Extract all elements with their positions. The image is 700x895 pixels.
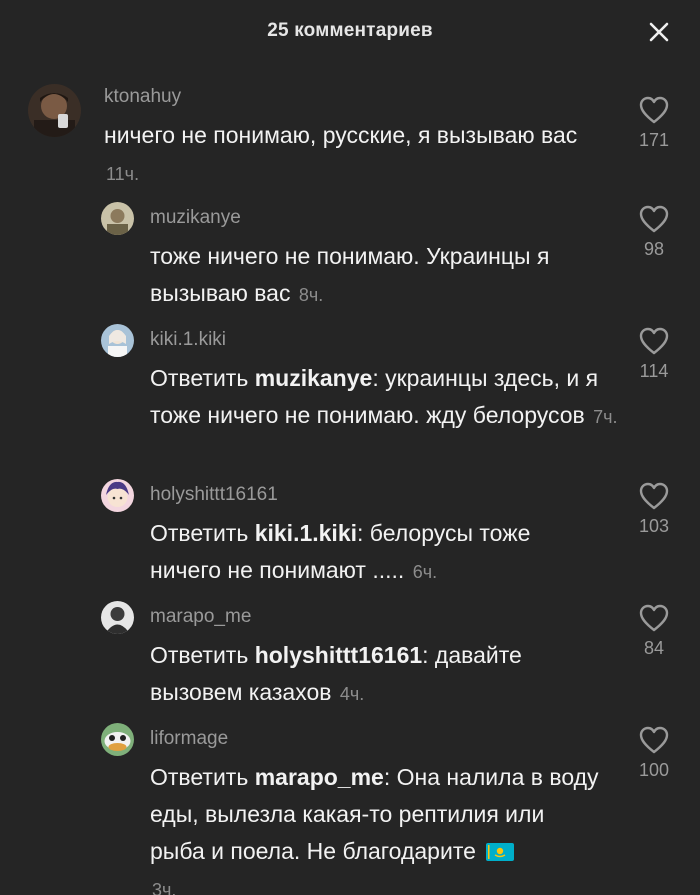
reply-prefix: Ответить — [150, 365, 249, 391]
comment-username[interactable]: liformage — [150, 728, 228, 750]
comment-text: Ответить holyshittt16161: давайте вызове… — [150, 637, 600, 713]
reply-prefix: Ответить — [150, 764, 249, 790]
like-count: 84 — [643, 638, 665, 658]
comment-time: 11ч. — [106, 164, 140, 184]
heart-outline-icon[interactable] — [639, 604, 669, 632]
avatar[interactable] — [101, 324, 134, 357]
comment-text: Ответить marapo_me: Она налила в воду ед… — [150, 759, 605, 895]
comment-body: тоже ничего не понимаю. Украинцы я вызыв… — [150, 243, 550, 306]
reply-target-username[interactable]: kiki.1.kiki — [255, 520, 357, 546]
comment-text: Ответить kiki.1.kiki: белорусы тоже ниче… — [150, 515, 600, 591]
heart-outline-icon[interactable] — [639, 482, 669, 510]
comments-count-title: 25 комментариев — [267, 20, 433, 41]
comment-text: ничего не понимаю, русские, я вызываю ва… — [104, 117, 604, 193]
comment-username[interactable]: marapo_me — [150, 606, 251, 628]
comment-text: Ответить muzikanye: украинцы здесь, и я … — [150, 360, 620, 436]
like-button[interactable]: 114 — [632, 327, 676, 382]
heart-outline-icon[interactable] — [639, 726, 669, 754]
kazakhstan-flag-icon — [486, 835, 515, 861]
avatar[interactable] — [101, 479, 134, 512]
comments-sheet: 25 комментариев ktonahuy ничего не поним… — [0, 0, 700, 895]
like-count: 98 — [643, 239, 665, 259]
comment-text: тоже ничего не понимаю. Украинцы я вызыв… — [150, 238, 600, 314]
reply-target-username[interactable]: marapo_me — [255, 764, 384, 790]
avatar[interactable] — [101, 601, 134, 634]
avatar[interactable] — [101, 202, 134, 235]
comment-username[interactable]: muzikanye — [150, 207, 241, 229]
comment-time: 4ч. — [339, 684, 365, 704]
like-button[interactable]: 84 — [632, 604, 676, 659]
comment-username[interactable]: ktonahuy — [104, 86, 181, 108]
reply-prefix: Ответить — [150, 520, 249, 546]
like-button[interactable]: 100 — [632, 726, 676, 781]
avatar[interactable] — [28, 84, 81, 137]
heart-outline-icon[interactable] — [639, 96, 669, 124]
reply-target-username[interactable]: muzikanye — [255, 365, 373, 391]
like-count: 171 — [638, 130, 670, 150]
like-count: 100 — [638, 760, 670, 780]
like-button[interactable]: 98 — [632, 205, 676, 260]
heart-outline-icon[interactable] — [639, 205, 669, 233]
reply-target-username[interactable]: holyshittt16161 — [255, 642, 422, 668]
comment-username[interactable]: kiki.1.kiki — [150, 329, 226, 351]
reply-prefix: Ответить — [150, 642, 249, 668]
comment-time: 8ч. — [298, 285, 324, 305]
comment-body: ничего не понимаю, русские, я вызываю ва… — [104, 122, 578, 148]
comment-time: 7ч. — [593, 407, 618, 427]
comment-time: 3ч. — [152, 880, 177, 895]
avatar[interactable] — [101, 723, 134, 756]
like-button[interactable]: 103 — [632, 482, 676, 537]
comments-header: 25 комментариев — [0, 0, 700, 64]
like-count: 103 — [638, 516, 670, 536]
like-count: 114 — [639, 361, 669, 381]
close-icon[interactable] — [646, 19, 672, 45]
comment-username[interactable]: holyshittt16161 — [150, 484, 278, 506]
comment-time: 6ч. — [412, 562, 438, 582]
like-button[interactable]: 171 — [632, 96, 676, 151]
heart-outline-icon[interactable] — [639, 327, 669, 355]
